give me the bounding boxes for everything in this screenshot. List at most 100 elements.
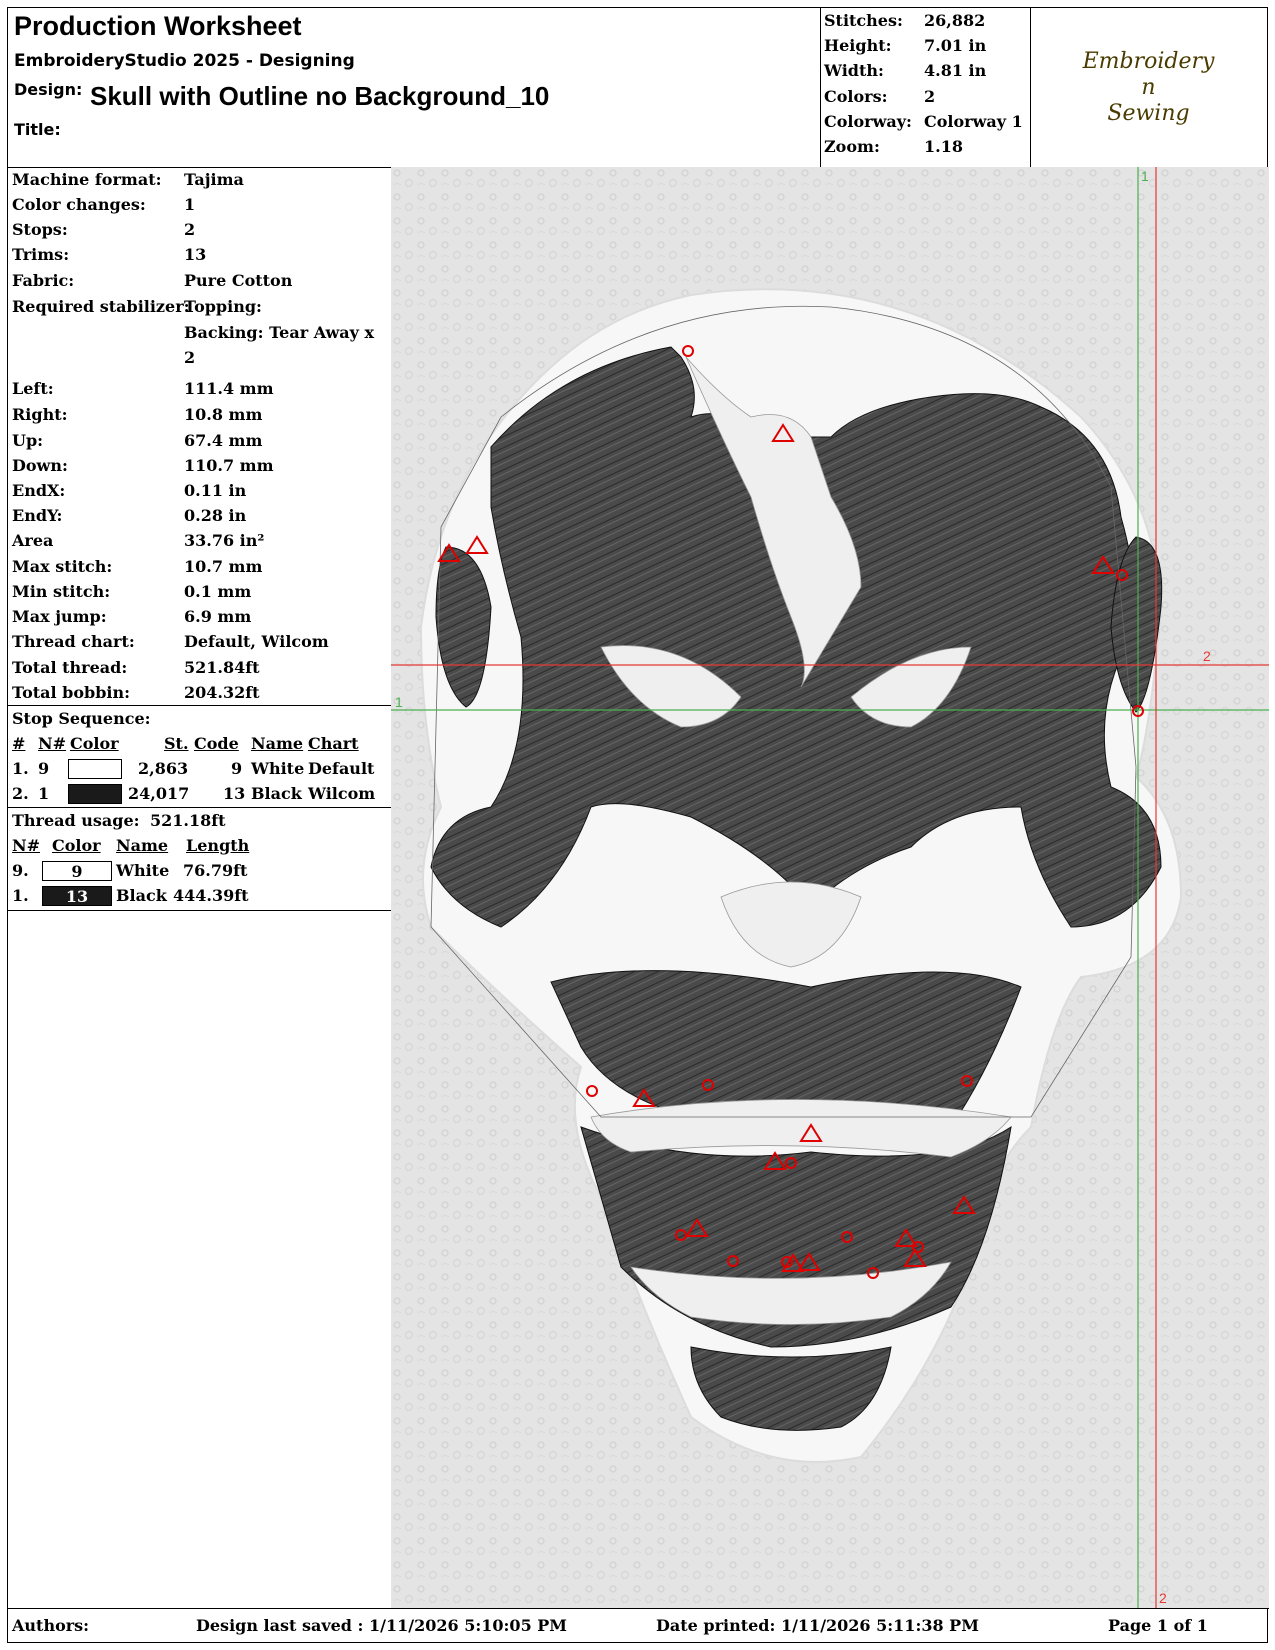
header-info: Production Worksheet EmbroideryStudio 20… bbox=[8, 8, 821, 167]
spec-row: Max stitch: 10.7 mm bbox=[12, 557, 262, 576]
color-swatch bbox=[68, 784, 122, 804]
guide-label-h-green: 1 bbox=[395, 694, 403, 710]
spec-label: Color changes: bbox=[12, 195, 146, 214]
spec-label: EndX: bbox=[12, 481, 66, 500]
spec-row: Stops: 2 bbox=[12, 220, 195, 239]
spec-row: Total thread: 521.84ft bbox=[12, 658, 260, 677]
skull-embroidery-preview: 1 1 2 2 bbox=[391, 167, 1269, 1608]
col-chart: Chart bbox=[308, 734, 359, 753]
spec-label: Total bobbin: bbox=[12, 683, 130, 702]
spec-label: Machine format: bbox=[12, 170, 162, 189]
design-label: Design: bbox=[14, 80, 83, 99]
spec-value: 10.8 mm bbox=[184, 405, 263, 424]
page-number: Page 1 of 1 bbox=[1108, 1616, 1208, 1635]
spec-row: Required stabilizer: Topping: bbox=[12, 297, 262, 316]
worksheet-header: Production Worksheet EmbroideryStudio 20… bbox=[8, 8, 1269, 168]
color-swatch: 9 bbox=[42, 861, 112, 881]
spec-row: Machine format: Tajima bbox=[12, 170, 244, 189]
stop-sequence-heading: Stop Sequence: bbox=[12, 709, 151, 728]
col-n: N# bbox=[12, 836, 41, 855]
design-name: Skull with Outline no Background_10 bbox=[90, 81, 550, 111]
worksheet-footer: Authors: Design last saved : 1/11/2026 5… bbox=[8, 1608, 1269, 1644]
color-swatch bbox=[68, 759, 122, 779]
col-st: St. bbox=[164, 734, 189, 753]
details-panel: Machine format: Tajima Color changes: 1 Stop… bbox=[8, 167, 392, 1608]
spec-value: 110.7 mm bbox=[184, 456, 274, 475]
spec-row: Fabric: Pure Cotton bbox=[12, 271, 292, 290]
col-n: N# bbox=[38, 734, 67, 753]
guide-label-h-red: 2 bbox=[1203, 648, 1211, 664]
spec-value: 2 bbox=[184, 348, 196, 367]
spec-row: Thread chart: Default, Wilcom bbox=[12, 632, 329, 651]
spec-row: EndX: 0.11 in bbox=[12, 481, 246, 500]
spec-value: Topping: bbox=[184, 297, 262, 316]
metric-height: Height: 7.01 in bbox=[824, 36, 987, 55]
col-length: Length bbox=[186, 836, 250, 855]
software-subtitle: EmbroideryStudio 2025 - Designing bbox=[14, 51, 355, 71]
last-saved: Design last saved : 1/11/2026 5:10:05 PM bbox=[196, 1616, 568, 1635]
spec-value: 1 bbox=[184, 195, 196, 214]
spec-label: Thread chart: bbox=[12, 632, 135, 651]
spec-value: Tajima bbox=[184, 170, 244, 189]
metric-colorway: Colorway: Colorway 1 bbox=[824, 112, 1023, 131]
spec-value: 0.1 mm bbox=[184, 582, 252, 601]
spec-value: 0.28 in bbox=[184, 506, 247, 525]
guide-label-v-red: 2 bbox=[1159, 1590, 1167, 1606]
spec-row: Up: 67.4 mm bbox=[12, 431, 262, 450]
spec-label: Max stitch: bbox=[12, 557, 113, 576]
spec-row: Trims: 13 bbox=[12, 245, 206, 264]
design-preview: 1 1 2 2 bbox=[391, 167, 1269, 1608]
col-color: Color bbox=[52, 836, 101, 855]
spec-value: 13 bbox=[184, 245, 207, 264]
logo: Embroidery n Sewing bbox=[1082, 48, 1215, 126]
title-label: Title: bbox=[14, 120, 61, 139]
spec-label: Total thread: bbox=[12, 658, 128, 677]
spec-label: Area bbox=[12, 531, 54, 550]
spec-value: 204.32ft bbox=[184, 683, 260, 702]
spec-value: 10.7 mm bbox=[184, 557, 263, 576]
spec-value: 521.84ft bbox=[184, 658, 260, 677]
spec-label: Required stabilizer: bbox=[12, 297, 190, 316]
spec-value: 6.9 mm bbox=[184, 607, 252, 626]
spec-value: 67.4 mm bbox=[184, 431, 263, 450]
spec-label: Left: bbox=[12, 379, 54, 398]
spec-label: Min stitch: bbox=[12, 582, 111, 601]
col-name: Name bbox=[116, 836, 169, 855]
metric-colors: Colors: 2 bbox=[824, 87, 936, 106]
spec-value: Backing: Tear Away x bbox=[184, 323, 375, 342]
metric-width: Width: 4.81 in bbox=[824, 61, 987, 80]
spec-row: Color changes: 1 bbox=[12, 195, 195, 214]
spec-value: 0.11 in bbox=[184, 481, 247, 500]
spec-value: Default, Wilcom bbox=[184, 632, 329, 651]
col-code: Code bbox=[194, 734, 239, 753]
spec-row: Area 33.76 in² bbox=[12, 531, 264, 550]
spec-row: Left: 111.4 mm bbox=[12, 379, 274, 398]
spec-label: Stops: bbox=[12, 220, 68, 239]
spec-label: Max jump: bbox=[12, 607, 107, 626]
design-metrics: Stitches: 26,882 Height: 7.01 in Width: 4.8… bbox=[820, 8, 1031, 167]
col-num: # bbox=[12, 734, 26, 753]
spec-row: Total bobbin: 204.32ft bbox=[12, 683, 260, 702]
col-color: Color bbox=[70, 734, 119, 753]
metric-zoom: Zoom: 1.18 bbox=[824, 137, 963, 156]
metric-stitches: Stitches: 26,882 bbox=[824, 11, 986, 30]
spec-value: 33.76 in² bbox=[184, 531, 265, 550]
thread-usage-label: Thread usage: bbox=[12, 811, 140, 830]
color-swatch: 13 bbox=[42, 886, 112, 906]
production-worksheet: Production Worksheet EmbroideryStudio 20… bbox=[7, 7, 1269, 1644]
spec-value: 111.4 mm bbox=[184, 379, 274, 398]
page-title: Production Worksheet bbox=[14, 11, 302, 41]
spec-label: Down: bbox=[12, 456, 68, 475]
thread-usage: Thread usage: 521.18ft N# Color Name Len… bbox=[8, 807, 391, 911]
spec-label: Right: bbox=[12, 405, 68, 424]
spec-row: Min stitch: 0.1 mm bbox=[12, 582, 251, 601]
authors-label: Authors: bbox=[12, 1616, 90, 1635]
spec-value: 2 bbox=[184, 220, 196, 239]
spec-label: Trims: bbox=[12, 245, 70, 264]
spec-row: Down: 110.7 mm bbox=[12, 456, 274, 475]
thread-usage-total: 521.18ft bbox=[150, 811, 226, 830]
spec-row: Max jump: 6.9 mm bbox=[12, 607, 251, 626]
date-printed: Date printed: 1/11/2026 5:11:38 PM bbox=[656, 1616, 979, 1635]
spec-label: Up: bbox=[12, 431, 44, 450]
col-name: Name bbox=[251, 734, 304, 753]
